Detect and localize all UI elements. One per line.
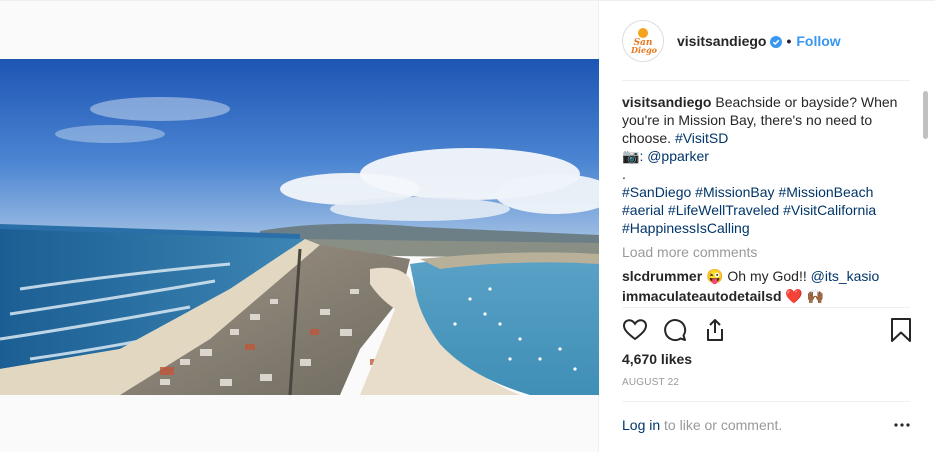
comment-username[interactable]: immaculateautodetailsd: [622, 288, 782, 304]
hashtag-link[interactable]: #HappinessIsCalling: [622, 220, 750, 236]
footer-divider: [622, 401, 910, 402]
load-more-comments-button[interactable]: Load more comments: [622, 243, 914, 261]
post-date[interactable]: August 22: [622, 377, 679, 388]
follow-button[interactable]: Follow: [796, 33, 840, 49]
comment-username[interactable]: slcdrummer: [622, 268, 702, 284]
login-link[interactable]: Log in: [622, 417, 660, 433]
comment-emoji: ❤️ 🙌🏾: [785, 288, 825, 304]
media-column: [0, 1, 599, 452]
hashtag-link[interactable]: #VisitCalifornia: [783, 202, 876, 218]
caption: visitsandiego Beachside or bayside? When…: [622, 93, 914, 237]
post-sidebar: San Diego visitsandiego • Follow visitsa…: [600, 1, 935, 452]
aerial-beach-photo: [0, 59, 599, 395]
post-header: San Diego visitsandiego • Follow: [600, 1, 935, 81]
more-options-icon[interactable]: [892, 415, 912, 435]
login-prompt: Log in to like or comment.: [622, 417, 782, 433]
comment-text: Oh my God!!: [727, 268, 807, 284]
header-separator: •: [786, 33, 792, 49]
hashtag-link[interactable]: #aerial: [622, 202, 664, 218]
instagram-post: San Diego visitsandiego • Follow visitsa…: [0, 0, 935, 452]
san-diego-logo: San Diego: [623, 21, 663, 61]
caption-dot: .: [622, 166, 626, 182]
hashtag-link[interactable]: #LifeWellTraveled: [668, 202, 779, 218]
svg-text:Diego: Diego: [630, 45, 658, 55]
avatar[interactable]: San Diego: [622, 20, 664, 62]
login-prompt-text: to like or comment.: [664, 417, 783, 433]
caption-username[interactable]: visitsandiego: [622, 94, 711, 110]
share-icon[interactable]: [702, 317, 728, 343]
comment-icon[interactable]: [662, 317, 688, 343]
likes-count[interactable]: 4,670 likes: [622, 351, 692, 367]
comments-list: visitsandiego Beachside or bayside? When…: [622, 93, 914, 307]
bookmark-icon[interactable]: [888, 317, 914, 343]
post-photo[interactable]: [0, 59, 599, 395]
scrollbar-thumb[interactable]: [923, 91, 928, 139]
comment-item: slcdrummer 😜 Oh my God!! @its_kasio: [622, 267, 914, 285]
action-bar: [622, 315, 914, 347]
comments-scrollbar[interactable]: [921, 85, 930, 307]
heart-icon[interactable]: [622, 317, 648, 343]
hashtag-link[interactable]: #MissionBeach: [778, 184, 873, 200]
camera-emoji: 📷: [622, 148, 640, 164]
hashtag-link[interactable]: #SanDiego: [622, 184, 691, 200]
photo-credit[interactable]: : @pparker: [639, 148, 708, 164]
comment-item: immaculateautodetailsd ❤️ 🙌🏾: [622, 287, 914, 305]
header-username[interactable]: visitsandiego: [677, 33, 766, 49]
header-divider: [622, 80, 910, 81]
comment-emoji: 😜: [706, 268, 724, 284]
verified-badge-icon: [770, 35, 783, 48]
hashtag-link[interactable]: #MissionBay: [695, 184, 774, 200]
comment-mention[interactable]: @its_kasio: [811, 268, 880, 284]
actions-divider: [622, 307, 910, 308]
hashtag-link[interactable]: #VisitSD: [675, 130, 728, 146]
